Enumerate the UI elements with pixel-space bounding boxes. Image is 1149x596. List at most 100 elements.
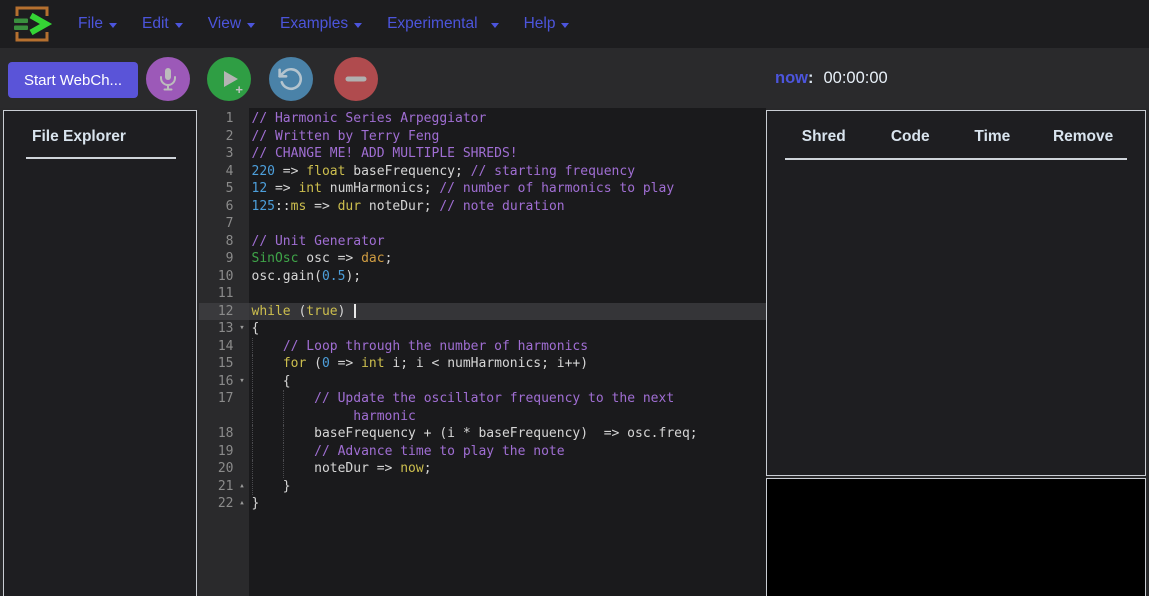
code-line[interactable]: 21▴ }: [199, 478, 766, 496]
fold-spacer: [236, 443, 249, 461]
menu-experimental[interactable]: Experimental: [387, 15, 498, 33]
now-value: 00:00:00: [824, 69, 888, 88]
gutter-cell: 17: [199, 390, 249, 408]
chevron-down-icon: [109, 23, 117, 28]
code-line[interactable]: 11: [199, 285, 766, 303]
code-line[interactable]: 7: [199, 215, 766, 233]
fold-spacer: [236, 408, 249, 426]
menu-examples[interactable]: Examples: [280, 15, 362, 33]
code-line[interactable]: 17 // Update the oscillator frequency to…: [199, 390, 766, 408]
code-text[interactable]: [249, 215, 766, 233]
minus-icon: [344, 67, 368, 91]
code-line[interactable]: 6125::ms => dur noteDur; // note duratio…: [199, 198, 766, 216]
code-text[interactable]: 12 => int numHarmonics; // number of har…: [249, 180, 766, 198]
code-editor[interactable]: 1// Harmonic Series Arpeggiator2 // Writt…: [199, 108, 766, 596]
fold-spacer: [236, 425, 249, 443]
code-line[interactable]: 512 => int numHarmonics; // number of ha…: [199, 180, 766, 198]
gutter-cell: 9: [199, 250, 249, 268]
code-line[interactable]: 14 // Loop through the number of harmoni…: [199, 338, 766, 356]
code-line[interactable]: 22▴}: [199, 495, 766, 513]
code-line[interactable]: 1// Harmonic Series Arpeggiator: [199, 110, 766, 128]
code-line[interactable]: harmonic: [199, 408, 766, 426]
fold-spacer: [236, 163, 249, 181]
code-line[interactable]: 8 // Unit Generator: [199, 233, 766, 251]
line-number: 12: [199, 303, 236, 321]
menu-file-label: File: [78, 15, 103, 33]
line-number: 17: [199, 390, 236, 408]
indent-guide: [252, 390, 253, 408]
indent-guide: [252, 443, 253, 461]
menu-experimental-label: Experimental: [387, 15, 477, 33]
code-text[interactable]: // Loop through the number of harmonics: [249, 338, 766, 356]
code-text[interactable]: 125::ms => dur noteDur; // note duration: [249, 198, 766, 216]
right-column: Shred Code Time Remove: [766, 108, 1147, 596]
line-number: 16: [199, 373, 236, 391]
text-cursor: [354, 304, 356, 318]
start-webchuck-button[interactable]: Start WebCh...: [8, 62, 138, 98]
visualizer-canvas: [766, 478, 1147, 596]
menu-edit[interactable]: Edit: [142, 15, 183, 33]
code-line[interactable]: 16▾ {: [199, 373, 766, 391]
menu-file[interactable]: File: [78, 15, 117, 33]
line-number: [199, 408, 236, 426]
code-text[interactable]: // Harmonic Series Arpeggiator: [249, 110, 766, 128]
code-text[interactable]: {: [249, 373, 766, 391]
code-text[interactable]: // Written by Terry Feng: [249, 128, 766, 146]
line-number: 7: [199, 215, 236, 233]
gutter-cell: 6: [199, 198, 249, 216]
fold-spacer: [236, 233, 249, 251]
code-text[interactable]: {: [249, 320, 766, 338]
gutter-cell: 5: [199, 180, 249, 198]
microphone-button[interactable]: [146, 57, 190, 101]
code-text[interactable]: [249, 285, 766, 303]
code-line[interactable]: 9SinOsc osc => dac;: [199, 250, 766, 268]
fold-spacer: [236, 268, 249, 286]
shred-table-header-row: Shred Code Time Remove: [767, 111, 1146, 146]
chuck-logo-icon: [9, 3, 55, 45]
code-text[interactable]: // Unit Generator: [249, 233, 766, 251]
play-add-shred-button[interactable]: +: [207, 57, 251, 101]
code-line[interactable]: 4220 => float baseFrequency; // starting…: [199, 163, 766, 181]
code-text[interactable]: // Update the oscillator frequency to th…: [249, 390, 766, 408]
code-text[interactable]: }: [249, 495, 766, 513]
menu-bar: File Edit View Examples Experimental Hel…: [78, 0, 569, 48]
fold-down-icon[interactable]: ▾: [236, 373, 249, 391]
code-text[interactable]: // CHANGE ME! ADD MULTIPLE SHREDS!: [249, 145, 766, 163]
fold-up-icon[interactable]: ▴: [236, 478, 249, 496]
fold-down-icon[interactable]: ▾: [236, 320, 249, 338]
code-line[interactable]: 10osc.gain(0.5);: [199, 268, 766, 286]
file-explorer-panel[interactable]: File Explorer: [3, 110, 197, 596]
code-text[interactable]: SinOsc osc => dac;: [249, 250, 766, 268]
code-line[interactable]: 19 // Advance time to play the note: [199, 443, 766, 461]
code-text[interactable]: noteDur => now;: [249, 460, 766, 478]
line-number: 8: [199, 233, 236, 251]
menu-view[interactable]: View: [208, 15, 255, 33]
code-text[interactable]: 220 => float baseFrequency; // starting …: [249, 163, 766, 181]
code-line[interactable]: 2 // Written by Terry Feng: [199, 128, 766, 146]
menu-examples-label: Examples: [280, 15, 348, 33]
fold-up-icon[interactable]: ▴: [236, 495, 249, 513]
remove-shred-button[interactable]: [334, 57, 378, 101]
code-text[interactable]: while (true): [249, 303, 766, 321]
code-text[interactable]: for (0 => int i; i < numHarmonics; i++): [249, 355, 766, 373]
code-line[interactable]: 15 for (0 => int i; i < numHarmonics; i+…: [199, 355, 766, 373]
webchuck-ide: File Edit View Examples Experimental Hel…: [0, 0, 1149, 596]
code-line[interactable]: 3// CHANGE ME! ADD MULTIPLE SHREDS!: [199, 145, 766, 163]
line-number: 21: [199, 478, 236, 496]
code-line[interactable]: 20 noteDur => now;: [199, 460, 766, 478]
code-text[interactable]: // Advance time to play the note: [249, 443, 766, 461]
code-line[interactable]: 18 baseFrequency + (i * baseFrequency) =…: [199, 425, 766, 443]
shred-table-panel: Shred Code Time Remove: [766, 110, 1147, 476]
menu-help[interactable]: Help: [524, 15, 570, 33]
code-text[interactable]: harmonic: [249, 408, 766, 426]
code-text[interactable]: baseFrequency + (i * baseFrequency) => o…: [249, 425, 766, 443]
fold-spacer: [236, 215, 249, 233]
line-number: 2: [199, 128, 236, 146]
main-content: File Explorer 1// Harmonic Series Arpegg…: [0, 108, 1149, 596]
code-text[interactable]: }: [249, 478, 766, 496]
code-text[interactable]: osc.gain(0.5);: [249, 268, 766, 286]
code-line[interactable]: 12 while (true): [199, 303, 766, 321]
code-line[interactable]: 13▾{: [199, 320, 766, 338]
replace-shred-button[interactable]: [269, 57, 313, 101]
file-explorer-title: File Explorer: [4, 111, 196, 146]
